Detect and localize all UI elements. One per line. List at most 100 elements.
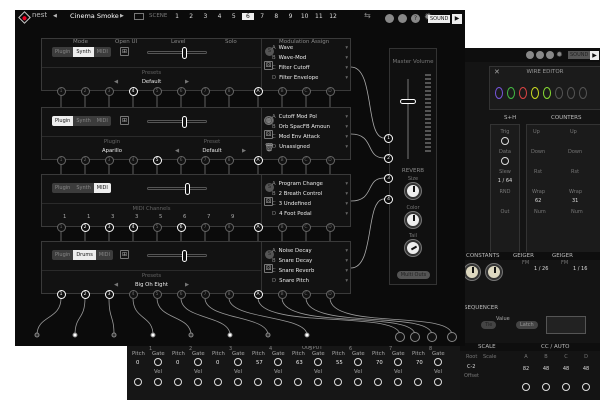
midi-channel-1[interactable]: 1 — [63, 214, 66, 220]
output-jack-2[interactable]: 2 — [80, 155, 90, 165]
latch-button[interactable]: Latch — [516, 321, 538, 329]
mod-assign-c[interactable]: C Snare Reverb ▾ — [272, 268, 352, 274]
gear-icon[interactable]: ✹ — [556, 50, 563, 59]
mod-assign-a[interactable]: A Program Change ▾ — [272, 181, 352, 187]
output-jack-1[interactable]: 1 — [56, 155, 66, 165]
mod-jack-d[interactable]: D — [325, 289, 335, 299]
mod-jack-a[interactable]: A — [253, 289, 263, 299]
gate-jack[interactable] — [234, 358, 242, 366]
cc-d-jack[interactable] — [582, 383, 590, 391]
wire-endpoint[interactable] — [227, 332, 233, 338]
dropdown-icon[interactable]: ▾ — [345, 191, 348, 197]
mod-jack-b[interactable]: B — [277, 222, 287, 232]
pitch-jack[interactable] — [134, 378, 142, 386]
level-handle[interactable] — [182, 250, 188, 262]
output-jack-8[interactable]: 8 — [224, 289, 234, 299]
vel-jack[interactable] — [314, 378, 322, 386]
wire-endpoint[interactable] — [304, 332, 310, 338]
wire-color-5[interactable] — [543, 87, 551, 99]
dropdown-icon[interactable]: ▾ — [345, 124, 348, 130]
wire-endpoint[interactable] — [188, 332, 194, 338]
level-handle[interactable] — [182, 116, 188, 128]
next-icon[interactable]: ▶ — [242, 148, 246, 154]
midi-channel-2[interactable]: 1 — [87, 214, 90, 220]
output-jack-8[interactable]: 8 — [224, 86, 234, 96]
preset-value[interactable]: Default — [182, 148, 242, 154]
dropdown-icon[interactable]: ▾ — [345, 258, 348, 264]
mod-assign-a[interactable]: A Noise Decay ▾ — [272, 248, 352, 254]
dropdown-icon[interactable]: ▾ — [345, 114, 348, 120]
output-jack-7[interactable]: 7 — [200, 155, 210, 165]
mod-assign-c[interactable]: C Mod Env Attack ▾ — [272, 134, 352, 140]
multi-outs-button[interactable]: Multi Outs — [397, 271, 430, 279]
output-jack-7[interactable]: 7 — [200, 289, 210, 299]
output-jack-7[interactable]: 7 — [200, 222, 210, 232]
wire-slot-empty[interactable] — [555, 87, 563, 99]
output-jack-4[interactable]: 4 — [128, 86, 138, 96]
master-volume-track[interactable] — [407, 79, 409, 159]
output-jack-8[interactable]: 8 — [224, 222, 234, 232]
wire-endpoint[interactable] — [34, 332, 40, 338]
vel-jack[interactable] — [274, 378, 282, 386]
open-ui-icon[interactable]: ⊞ — [120, 47, 129, 56]
gate-jack[interactable] — [354, 358, 362, 366]
output-jack-7[interactable]: 7 — [200, 86, 210, 96]
mod-jack-b[interactable]: B — [277, 289, 287, 299]
wire-color-1[interactable] — [495, 87, 503, 99]
level-slider[interactable] — [147, 183, 207, 195]
dropdown-icon[interactable]: ▾ — [345, 144, 348, 150]
midi-channel-8[interactable]: 9 — [231, 214, 234, 220]
preset-value[interactable]: Default — [42, 79, 261, 85]
output-jack-2[interactable]: 2 — [80, 289, 90, 299]
mod-jack-b[interactable]: B — [277, 155, 287, 165]
play-icon[interactable]: ▶ — [590, 51, 599, 60]
color-knob[interactable] — [405, 212, 421, 228]
output-jack-4[interactable]: 4 — [128, 155, 138, 165]
mod-endpoint[interactable] — [447, 332, 457, 342]
help-icon[interactable] — [546, 51, 554, 59]
constant-knob-2[interactable] — [486, 264, 502, 280]
wire-color-2[interactable] — [507, 87, 515, 99]
prev-icon[interactable]: ◀ — [175, 148, 179, 154]
wire-slot-empty[interactable] — [579, 87, 587, 99]
mode-option-midi[interactable]: MIDI — [94, 47, 111, 57]
tie-button[interactable]: Tie — [481, 321, 497, 329]
master-output-3[interactable]: 3 — [384, 173, 393, 183]
level-slider[interactable] — [147, 116, 207, 128]
mod-endpoint[interactable] — [410, 332, 420, 342]
dropdown-icon[interactable]: ▾ — [345, 75, 348, 81]
pitch-jack[interactable] — [294, 378, 302, 386]
vel-jack[interactable] — [394, 378, 402, 386]
mod-jack-a[interactable]: A — [253, 155, 263, 165]
vel-jack[interactable] — [354, 378, 362, 386]
level-slider[interactable] — [147, 47, 207, 59]
cc-d-value[interactable]: 48 — [581, 366, 591, 372]
dropdown-icon[interactable]: ▾ — [345, 268, 348, 274]
open-ui-icon[interactable]: ⊞ — [120, 116, 129, 125]
mod-jack-a[interactable]: A — [253, 222, 263, 232]
master-volume-handle[interactable] — [400, 99, 416, 104]
master-output-2[interactable]: 2 — [384, 153, 393, 163]
fm-value[interactable]: 1 / 26 — [534, 266, 548, 272]
trig-jack[interactable] — [501, 137, 509, 145]
mod-assign-b[interactable]: B Snare Decay ▾ — [272, 258, 352, 264]
mode-option-plugin[interactable]: Plugin — [52, 183, 73, 193]
mode-option-synth[interactable]: Synth — [73, 183, 93, 193]
output-jack-2[interactable]: 2 — [80, 86, 90, 96]
midi-channel-7[interactable]: 7 — [207, 214, 210, 220]
wire-endpoint[interactable] — [150, 332, 156, 338]
mod-assign-d[interactable]: D Snare Pitch ▾ — [272, 278, 352, 284]
mod-jack-c[interactable]: C — [301, 289, 311, 299]
dropdown-icon[interactable]: ▾ — [345, 201, 348, 207]
output-jack-8[interactable]: 8 — [224, 155, 234, 165]
cc-b-value[interactable]: 48 — [541, 366, 551, 372]
open-ui-icon[interactable]: ⊞ — [120, 250, 129, 259]
output-jack-2[interactable]: 2 — [80, 222, 90, 232]
output-jack-3[interactable]: 3 — [104, 86, 114, 96]
pitch-jack[interactable] — [374, 378, 382, 386]
vel-jack[interactable] — [434, 378, 442, 386]
cc-c-jack[interactable] — [562, 383, 570, 391]
wrap-value[interactable]: 62 — [535, 198, 541, 204]
mod-jack-d[interactable]: D — [325, 155, 335, 165]
midi-channel-3[interactable]: 3 — [111, 214, 114, 220]
